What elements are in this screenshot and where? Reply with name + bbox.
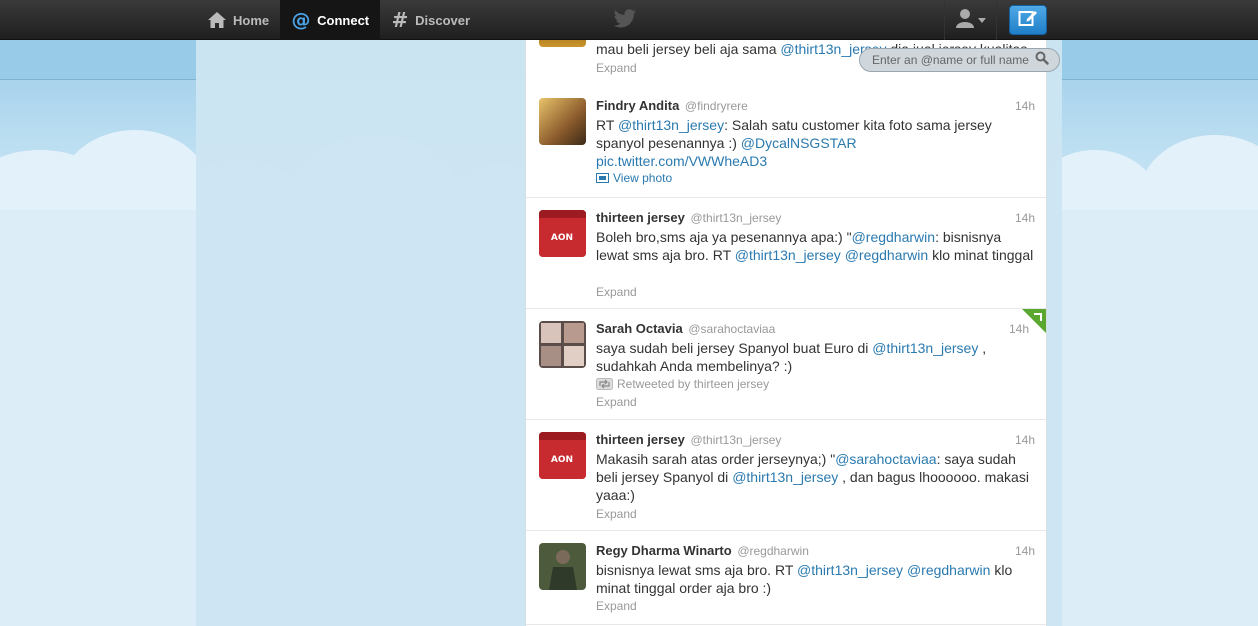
mention-link[interactable]: @sarahoctaviaa bbox=[835, 451, 936, 467]
mention-link[interactable]: @thirt13n_jersey bbox=[732, 469, 838, 485]
nav-home-label: Home bbox=[233, 12, 270, 28]
user-name[interactable]: Regy Dharma Winarto bbox=[596, 543, 732, 558]
tweet-timestamp[interactable]: 14h bbox=[1009, 322, 1029, 336]
avatar[interactable]: AON bbox=[539, 432, 586, 479]
tweet-timestamp[interactable]: 14h bbox=[1015, 211, 1035, 225]
home-icon bbox=[207, 11, 227, 29]
tweet-text-part: saya sudah beli jersey Spanyol buat Euro… bbox=[596, 340, 873, 356]
tweet-text: Makasih sarah atas order jerseynya;) "@s… bbox=[596, 450, 1036, 504]
expand-link[interactable]: Expand bbox=[596, 285, 637, 299]
tweet-text: saya sudah beli jersey Spanyol buat Euro… bbox=[596, 339, 1036, 375]
mention-link[interactable]: @thirt13n_jersey bbox=[735, 247, 841, 263]
tweet-header: thirteen jersey @thirt13n_jersey bbox=[596, 210, 781, 225]
user-name[interactable]: thirteen jersey bbox=[596, 432, 685, 447]
user-handle[interactable]: @regdharwin bbox=[737, 544, 809, 558]
nav-discover-label: Discover bbox=[415, 12, 471, 28]
tweet-item[interactable]: Regy Dharma Winarto @regdharwin 14h bisn… bbox=[526, 531, 1046, 625]
tweet-header: Findry Andita @findryrere bbox=[596, 98, 748, 113]
tweet-header: thirteen jersey @thirt13n_jersey bbox=[596, 432, 781, 447]
avatar[interactable] bbox=[539, 321, 586, 368]
tweet-stream: mau beli jersey beli aja sama @thirt13n_… bbox=[525, 24, 1047, 626]
expand-link[interactable]: Expand bbox=[596, 61, 637, 75]
mention-link[interactable]: @thirt13n_jersey bbox=[872, 340, 978, 356]
nav-connect-label: Connect bbox=[317, 12, 370, 28]
tweet-item[interactable]: AON thirteen jersey @thirt13n_jersey 14h… bbox=[526, 198, 1046, 309]
user-name[interactable]: thirteen jersey bbox=[596, 210, 685, 225]
mention-link[interactable]: @regdharwin bbox=[845, 247, 928, 263]
user-handle[interactable]: @thirt13n_jersey bbox=[691, 211, 782, 225]
user-handle[interactable]: @findryrere bbox=[685, 99, 748, 113]
avatar[interactable] bbox=[539, 543, 586, 590]
mention-link[interactable]: @DycalNSGSTAR bbox=[741, 135, 857, 151]
profile-photo-image bbox=[539, 543, 586, 590]
top-navigation-bar: Home @ Connect # Discover bbox=[0, 0, 1258, 40]
hashtag-icon: # bbox=[391, 10, 409, 30]
tweet-text: RT @thirt13n_jersey: Salah satu customer… bbox=[596, 116, 1036, 170]
tweet-text: Boleh bro,sms aja ya pesenannya apa:) "@… bbox=[596, 228, 1036, 264]
mention-link[interactable]: @thirt13n_jersey bbox=[797, 562, 903, 578]
svg-text:AON: AON bbox=[551, 233, 573, 243]
tweet-header: Sarah Octavia @sarahoctaviaa bbox=[596, 321, 775, 336]
user-handle[interactable]: @thirt13n_jersey bbox=[691, 433, 782, 447]
photo-icon bbox=[596, 173, 609, 183]
nav-home[interactable]: Home bbox=[196, 0, 280, 40]
global-nav: Home @ Connect # Discover bbox=[196, 0, 481, 40]
jersey-avatar-image: AON bbox=[539, 210, 586, 257]
expand-link[interactable]: Expand bbox=[596, 507, 637, 521]
photo-link[interactable]: pic.twitter.com/VWWheAD3 bbox=[596, 153, 767, 169]
search-icon[interactable] bbox=[1035, 51, 1049, 70]
tweet-text-part: bisnisnya lewat sms aja bro. RT bbox=[596, 562, 798, 578]
collage-avatar-image bbox=[539, 321, 586, 368]
retweeted-by-label: Retweeted by thirteen jersey bbox=[617, 377, 770, 391]
tweet-item[interactable]: Sarah Octavia @sarahoctaviaa 14h saya su… bbox=[526, 309, 1046, 420]
at-sign-icon: @ bbox=[291, 10, 311, 30]
expand-link[interactable]: Expand bbox=[596, 599, 637, 613]
jersey-avatar-image: AON bbox=[539, 432, 586, 479]
view-photo-label: View photo bbox=[613, 171, 673, 185]
user-name[interactable]: Sarah Octavia bbox=[596, 321, 683, 336]
mention-link[interactable]: @regdharwin bbox=[852, 229, 935, 245]
user-handle[interactable]: @sarahoctaviaa bbox=[688, 322, 775, 336]
tweet-header: Regy Dharma Winarto @regdharwin bbox=[596, 543, 809, 558]
view-photo-link[interactable]: View photo bbox=[596, 171, 672, 185]
user-icon bbox=[955, 8, 978, 33]
tweet-timestamp[interactable]: 14h bbox=[1015, 99, 1035, 113]
tweet-text-part: Boleh bro,sms aja ya pesenannya apa:) " bbox=[596, 229, 852, 245]
svg-text:@: @ bbox=[292, 10, 311, 30]
tweet-text-part: RT bbox=[596, 117, 619, 133]
tweet-text-part: mau beli jersey beli aja sama bbox=[596, 41, 781, 57]
retweeted-by[interactable]: Retweeted by thirteen jersey bbox=[596, 377, 769, 391]
tweet-item[interactable]: Findry Andita @findryrere 14h RT @thirt1… bbox=[526, 86, 1046, 198]
mention-link[interactable]: @thirt13n_jersey bbox=[618, 117, 724, 133]
compose-pencil-icon bbox=[1018, 9, 1038, 32]
svg-text:AON: AON bbox=[551, 455, 573, 465]
tweet-timestamp[interactable]: 14h bbox=[1015, 433, 1035, 447]
user-menu-button[interactable] bbox=[944, 0, 997, 40]
tweet-item[interactable]: AON thirteen jersey @thirt13n_jersey 14h… bbox=[526, 420, 1046, 531]
search-input[interactable] bbox=[860, 49, 1035, 71]
tweet-text-part: klo minat tinggal bbox=[928, 247, 1034, 263]
avatar[interactable]: AON bbox=[539, 210, 586, 257]
mention-link[interactable]: @regdharwin bbox=[907, 562, 990, 578]
search-box bbox=[859, 48, 1060, 72]
tweet-timestamp[interactable]: 14h bbox=[1015, 544, 1035, 558]
svg-text:#: # bbox=[392, 10, 409, 30]
tweet-text: bisnisnya lewat sms aja bro. RT @thirt13… bbox=[596, 561, 1036, 597]
tweet-text-part: Makasih sarah atas order jerseynya;) " bbox=[596, 451, 836, 467]
nav-connect[interactable]: @ Connect bbox=[280, 0, 381, 40]
twitter-bird-icon[interactable] bbox=[613, 9, 637, 34]
retweet-icon bbox=[596, 378, 613, 390]
avatar[interactable] bbox=[539, 98, 586, 145]
user-name[interactable]: Findry Andita bbox=[596, 98, 679, 113]
chevron-down-icon bbox=[977, 11, 986, 29]
nav-discover[interactable]: # Discover bbox=[380, 0, 481, 40]
expand-link[interactable]: Expand bbox=[596, 395, 637, 409]
compose-tweet-button[interactable] bbox=[1009, 5, 1047, 35]
